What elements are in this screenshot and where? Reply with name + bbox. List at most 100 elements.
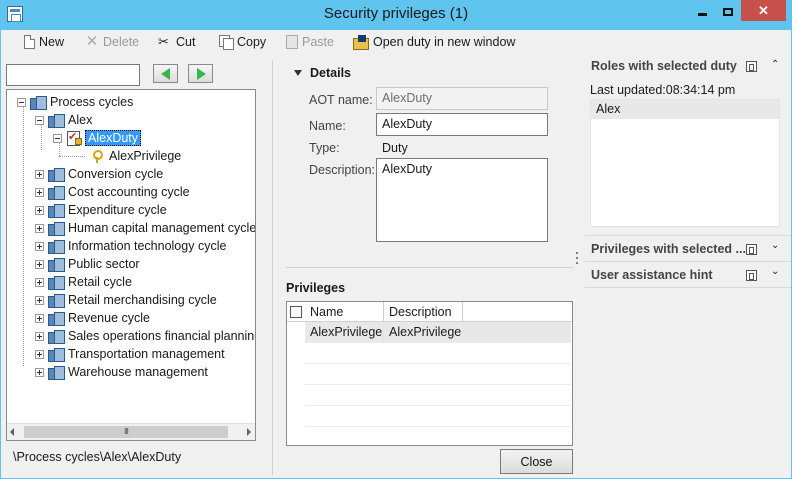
tree-node-label: Conversion cycle xyxy=(68,167,164,181)
close-window-button[interactable]: ✕ xyxy=(741,0,786,21)
process-cycle-icon xyxy=(48,275,65,290)
roles-heading[interactable]: Roles with selected duty xyxy=(591,59,737,73)
chevron-up-icon[interactable]: ⌃ xyxy=(771,59,779,70)
tree-node-cycle[interactable]: Human capital management cycle xyxy=(35,219,255,237)
chevron-down-icon[interactable]: ⌄ xyxy=(771,266,779,277)
details-section-header[interactable]: Details xyxy=(294,66,351,80)
process-cycle-icon xyxy=(48,167,65,182)
horizontal-scrollbar[interactable]: III xyxy=(7,423,255,440)
aot-name-label: AOT name: xyxy=(309,93,373,107)
tree-node-label: Retail cycle xyxy=(68,275,132,289)
previous-button[interactable] xyxy=(153,64,178,83)
process-cycle-icon xyxy=(48,293,65,308)
expand-icon xyxy=(35,313,44,323)
panel-splitter[interactable] xyxy=(272,60,273,475)
description-label: Description: xyxy=(309,163,375,177)
search-input[interactable] xyxy=(6,64,140,86)
tree-node-cycle[interactable]: Sales operations financial planning xyxy=(35,327,255,345)
user-assistance-heading[interactable]: User assistance hint xyxy=(591,268,713,282)
tree-node-cycle[interactable]: Information technology cycle xyxy=(35,237,226,255)
pin-icon[interactable] xyxy=(746,61,757,72)
tree-node-cycle[interactable]: Public sector xyxy=(35,255,140,273)
process-cycle-icon xyxy=(48,365,65,380)
process-cycle-icon xyxy=(48,203,65,218)
expand-icon xyxy=(35,223,44,233)
process-cycle-icon xyxy=(48,347,65,362)
privileges-grid[interactable]: Name Description AlexPrivilege AlexPrivi… xyxy=(286,301,573,446)
aot-name-field: AlexDuty xyxy=(376,87,548,110)
pin-icon[interactable] xyxy=(746,244,757,255)
tree-node-root[interactable]: Process cycles xyxy=(17,93,133,111)
table-row[interactable]: AlexPrivilege AlexPrivilege xyxy=(305,322,571,343)
splitter-grip[interactable] xyxy=(576,252,579,270)
process-cycle-tree[interactable]: Process cycles Alex AlexDuty AlexPrivile… xyxy=(6,89,256,441)
next-button[interactable] xyxy=(188,64,213,83)
delete-button[interactable]: ✕ Delete xyxy=(85,33,139,51)
open-duty-button[interactable]: Open duty in new window xyxy=(353,33,515,51)
pin-icon[interactable] xyxy=(746,270,757,281)
tree-node-label: Cost accounting cycle xyxy=(68,185,190,199)
collapse-icon xyxy=(17,97,26,107)
tree-node-cycle[interactable]: Revenue cycle xyxy=(35,309,150,327)
copy-button[interactable]: Copy xyxy=(219,33,266,51)
scroll-thumb[interactable]: III xyxy=(24,426,228,438)
new-document-icon xyxy=(24,35,35,49)
tree-node-duty[interactable]: AlexDuty xyxy=(53,129,142,147)
tree-line xyxy=(23,104,24,366)
tree-node-label: Process cycles xyxy=(50,95,134,109)
list-item[interactable]: Alex xyxy=(591,100,779,119)
collapse-icon xyxy=(35,115,44,125)
table-row-empty xyxy=(305,385,571,406)
name-field[interactable]: AlexDuty xyxy=(376,113,548,136)
tree-node-privilege[interactable]: AlexPrivilege xyxy=(91,147,181,165)
minimize-button[interactable] xyxy=(689,0,715,21)
copy-icon xyxy=(219,35,234,50)
tree-node-label: Revenue cycle xyxy=(68,311,150,325)
name-label: Name: xyxy=(309,119,346,133)
section-divider xyxy=(585,261,791,262)
arrow-left-icon xyxy=(161,68,170,80)
tree-node-cycle[interactable]: Conversion cycle xyxy=(35,165,163,183)
scroll-left-icon[interactable] xyxy=(10,428,14,436)
tree-node-cycle[interactable]: Cost accounting cycle xyxy=(35,183,190,201)
tree-node-label: Warehouse management xyxy=(68,365,208,379)
tree-node-label: Expenditure cycle xyxy=(68,203,167,217)
tree-node-cycle[interactable]: Expenditure cycle xyxy=(35,201,167,219)
column-header-description[interactable]: Description xyxy=(384,302,463,322)
table-row-empty xyxy=(305,427,571,445)
expand-icon xyxy=(35,205,44,215)
maximize-button[interactable] xyxy=(715,0,741,21)
cut-button[interactable]: ✂ Cut xyxy=(158,33,195,51)
tree-node-alex[interactable]: Alex xyxy=(35,111,92,129)
tree-node-cycle[interactable]: Warehouse management xyxy=(35,363,208,381)
table-row-empty xyxy=(305,343,571,364)
cell-name: AlexPrivilege xyxy=(305,322,384,343)
new-button[interactable]: New xyxy=(24,33,64,51)
expand-icon xyxy=(35,259,44,269)
close-button[interactable]: Close xyxy=(500,449,573,474)
tree-node-label: Public sector xyxy=(68,257,140,271)
paste-button[interactable]: Paste xyxy=(286,33,334,51)
privileges-heading: Privileges xyxy=(286,281,346,295)
tree-node-cycle[interactable]: Retail merchandising cycle xyxy=(35,291,217,309)
description-field[interactable]: AlexDuty xyxy=(376,158,548,242)
last-updated: Last updated:08:34:14 pm xyxy=(590,83,736,97)
process-cycle-icon xyxy=(48,329,65,344)
chevron-down-icon[interactable]: ⌄ xyxy=(771,240,779,251)
scroll-right-icon[interactable] xyxy=(247,428,251,436)
expand-icon xyxy=(35,367,44,377)
privileges-with-duty-heading[interactable]: Privileges with selected ... xyxy=(591,242,746,256)
select-all-checkbox[interactable] xyxy=(290,306,302,318)
expand-icon xyxy=(35,241,44,251)
expand-icon xyxy=(35,169,44,179)
roles-list[interactable]: Alex xyxy=(590,99,780,227)
delete-label: Delete xyxy=(103,35,140,49)
client-area: New ✕ Delete ✂ Cut Copy Paste Open duty … xyxy=(1,30,791,478)
tree-node-cycle[interactable]: Retail cycle xyxy=(35,273,132,291)
selected-path: \Process cycles\Alex\AlexDuty xyxy=(13,450,182,464)
tree-node-cycle[interactable]: Transportation management xyxy=(35,345,225,363)
column-header-name[interactable]: Name xyxy=(305,302,384,322)
title-bar: Security privileges (1) ✕ xyxy=(0,0,792,30)
grid-header: Name Description xyxy=(287,302,572,322)
maximize-icon xyxy=(723,7,733,16)
